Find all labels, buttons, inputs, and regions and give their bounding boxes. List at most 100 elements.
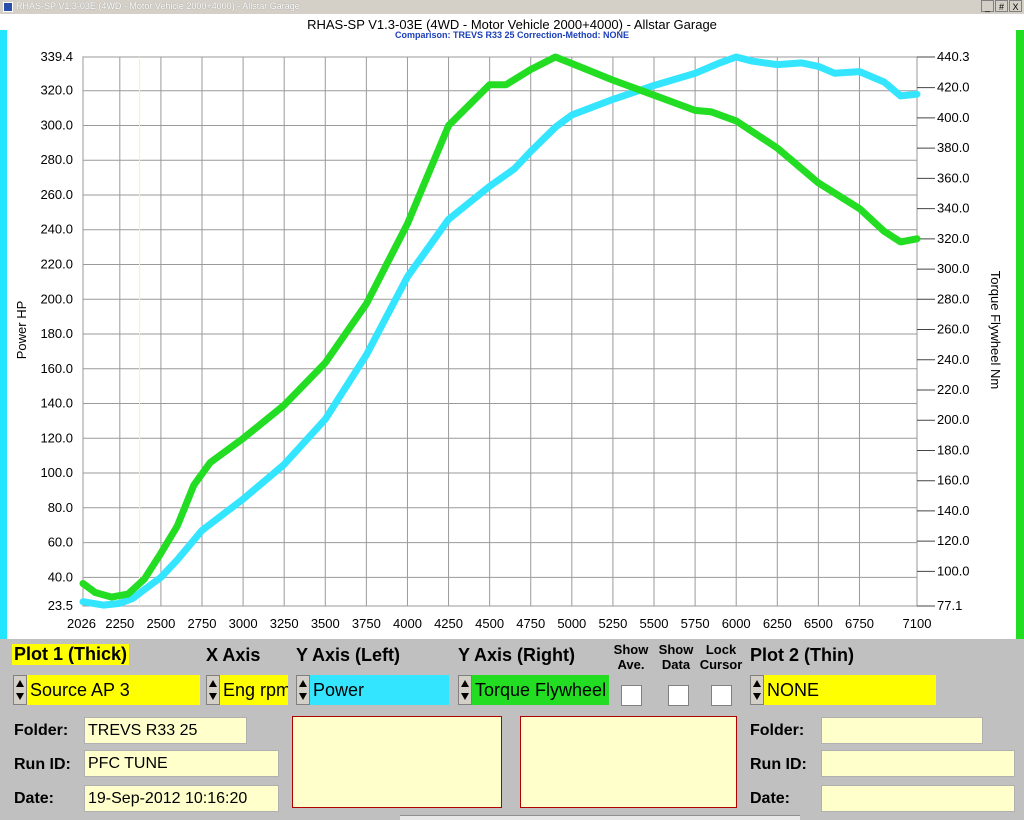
yleft-spinner[interactable]	[296, 675, 310, 705]
left-date-label: Date:	[14, 790, 55, 807]
plot1-select[interactable]: Source AP 3	[27, 675, 200, 705]
plot2-spinner[interactable]	[750, 675, 764, 705]
up-arrow-icon	[209, 680, 217, 687]
left-notes-box[interactable]	[292, 716, 502, 808]
down-arrow-icon	[16, 693, 24, 700]
x-tick-label: 3250	[270, 616, 299, 631]
right-runid-label: Run ID:	[750, 756, 807, 773]
y-left-tick-label: 220.0	[40, 257, 73, 272]
y-left-tick-label: 100.0	[40, 465, 73, 480]
y-left-tick-label: 40.0	[48, 569, 73, 584]
yright-header: Y Axis (Right)	[458, 645, 576, 665]
plot1-spinner[interactable]	[13, 675, 27, 705]
y-right-tick-label: 360.0	[937, 170, 970, 185]
x-tick-label: 5750	[681, 616, 710, 631]
x-tick-label: 3500	[311, 616, 340, 631]
y-left-tick-label: 320.0	[40, 83, 73, 98]
up-arrow-icon	[299, 680, 307, 687]
x-tick-label: 2750	[188, 616, 217, 631]
y-right-tick-label: 340.0	[937, 201, 970, 216]
down-arrow-icon	[299, 693, 307, 700]
y-right-tick-label: 320.0	[937, 231, 970, 246]
chart-ticks: 2026 2250 2500 2750 3000 3250 3500 3750 4000 4250…	[40, 49, 969, 631]
x-tick-label: 5000	[557, 616, 586, 631]
x-tick-label: 4500	[475, 616, 504, 631]
y-right-tick-label: 120.0	[937, 533, 970, 548]
up-arrow-icon	[461, 680, 469, 687]
y-right-tick-label: 260.0	[937, 322, 970, 337]
x-tick-label: 5500	[640, 616, 669, 631]
xaxis-header: X Axis	[206, 645, 261, 665]
plot2-select[interactable]: NONE	[764, 675, 936, 705]
x-tick-label: 4750	[516, 616, 545, 631]
x-tick-label: 6500	[804, 616, 833, 631]
y-right-tick-label: 160.0	[937, 473, 970, 488]
lock-cursor-label: Lock Cursor	[699, 642, 743, 672]
horizontal-scrollbar[interactable]	[400, 815, 800, 820]
y-right-tick-label: 280.0	[937, 291, 970, 306]
left-runid-field: PFC TUNE	[84, 750, 279, 777]
yleft-select[interactable]: Power	[310, 675, 449, 705]
y-right-tick-label: 440.3	[937, 49, 970, 64]
down-arrow-icon	[753, 693, 761, 700]
x-tick-label: 6000	[722, 616, 751, 631]
y-left-tick-label: 23.5	[48, 598, 73, 613]
dyno-chart[interactable]: 2026 2250 2500 2750 3000 3250 3500 3750 4000 4250…	[0, 0, 1024, 640]
right-folder-label: Folder:	[750, 722, 805, 739]
xaxis-spinner[interactable]	[206, 675, 220, 705]
x-tick-label: 7100	[903, 616, 932, 631]
show-data-checkbox[interactable]	[668, 685, 689, 706]
y-left-tick-label: 160.0	[40, 361, 73, 376]
yright-select[interactable]: Torque Flywheel	[472, 675, 609, 705]
down-arrow-icon	[461, 693, 469, 700]
y-right-tick-label: 77.1	[937, 598, 962, 613]
left-runid-label: Run ID:	[14, 756, 71, 773]
y-left-tick-label: 280.0	[40, 152, 73, 167]
xaxis-select[interactable]: Eng rpm	[220, 675, 288, 705]
y-left-tick-label: 260.0	[40, 187, 73, 202]
yleft-header: Y Axis (Left)	[296, 645, 401, 665]
x-tick-label: 6750	[845, 616, 874, 631]
right-date-field	[821, 785, 1015, 812]
y-right-tick-label: 140.0	[937, 503, 970, 518]
right-notes-box[interactable]	[520, 716, 737, 808]
y-right-tick-label: 300.0	[937, 261, 970, 276]
y-left-tick-label: 240.0	[40, 222, 73, 237]
y-right-tick-label: 180.0	[937, 442, 970, 457]
show-ave-label: Show Ave.	[613, 642, 649, 672]
y-right-tick-label: 100.0	[937, 563, 970, 578]
y-right-tick-label: 220.0	[937, 382, 970, 397]
y-left-tick-label: 80.0	[48, 500, 73, 515]
y-left-tick-label: 339.4	[40, 49, 73, 64]
left-folder-field: TREVS R33 25	[84, 717, 247, 744]
yright-spinner[interactable]	[458, 675, 472, 705]
y-left-tick-label: 200.0	[40, 291, 73, 306]
y-right-tick-label: 380.0	[937, 140, 970, 155]
y-right-tick-label: 420.0	[937, 80, 970, 95]
right-folder-field	[821, 717, 983, 744]
chart-series	[79, 53, 921, 609]
right-runid-field	[821, 750, 1015, 777]
y-left-tick-label: 140.0	[40, 396, 73, 411]
show-ave-checkbox[interactable]	[621, 685, 642, 706]
x-tick-label: 2250	[105, 616, 134, 631]
y-axis-left-label: Power HP	[14, 301, 29, 360]
y-axis-right-label: Torque Flywheel Nm	[988, 271, 1003, 390]
left-folder-label: Folder:	[14, 722, 69, 739]
y-right-tick-label: 400.0	[937, 110, 970, 125]
down-arrow-icon	[209, 693, 217, 700]
up-arrow-icon	[753, 680, 761, 687]
x-tick-label: 2500	[146, 616, 175, 631]
left-date-field: 19-Sep-2012 10:16:20	[84, 785, 279, 812]
x-tick-label: 3750	[352, 616, 381, 631]
y-left-tick-label: 180.0	[40, 326, 73, 341]
y-right-tick-label: 200.0	[937, 412, 970, 427]
show-data-label: Show Data	[658, 642, 694, 672]
lock-cursor-checkbox[interactable]	[711, 685, 732, 706]
plot2-header: Plot 2 (Thin)	[750, 645, 854, 665]
y-left-tick-label: 60.0	[48, 535, 73, 550]
torque-series-line	[79, 53, 921, 601]
right-date-label: Date:	[750, 790, 791, 807]
x-tick-label: 6250	[763, 616, 792, 631]
x-tick-label: 2026	[67, 616, 96, 631]
